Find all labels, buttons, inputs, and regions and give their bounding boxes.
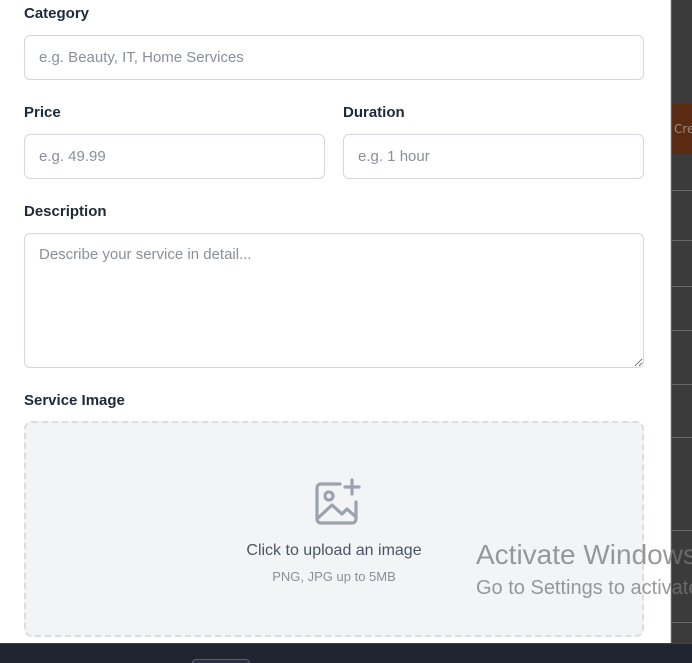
duration-label: Duration: [343, 104, 405, 121]
background-divider: [672, 286, 692, 287]
category-label: Category: [24, 5, 90, 22]
price-label: Price: [24, 104, 61, 121]
background-divider: [672, 240, 692, 241]
price-input[interactable]: [24, 134, 325, 179]
background-divider: [672, 190, 692, 191]
duration-input[interactable]: [343, 134, 644, 179]
background-divider: [672, 330, 692, 331]
background-divider: [672, 622, 692, 623]
taskbar: [0, 643, 692, 663]
watermark-title: Activate Windows: [476, 539, 692, 570]
activation-watermark: Activate Windows Go to Settings to activ…: [476, 538, 692, 608]
description-textarea[interactable]: [24, 233, 644, 368]
description-label: Description: [24, 203, 107, 220]
background-divider: [672, 437, 692, 438]
service-image-label: Service Image: [24, 392, 125, 409]
background-divider: [672, 530, 692, 531]
background-create-button: Crea: [672, 104, 692, 154]
watermark-subtitle: Go to Settings to activate Windows.: [476, 577, 692, 599]
background-divider: [672, 384, 692, 385]
taskbar-item[interactable]: [192, 659, 250, 663]
category-input[interactable]: [24, 35, 644, 80]
image-add-icon: [315, 478, 361, 525]
